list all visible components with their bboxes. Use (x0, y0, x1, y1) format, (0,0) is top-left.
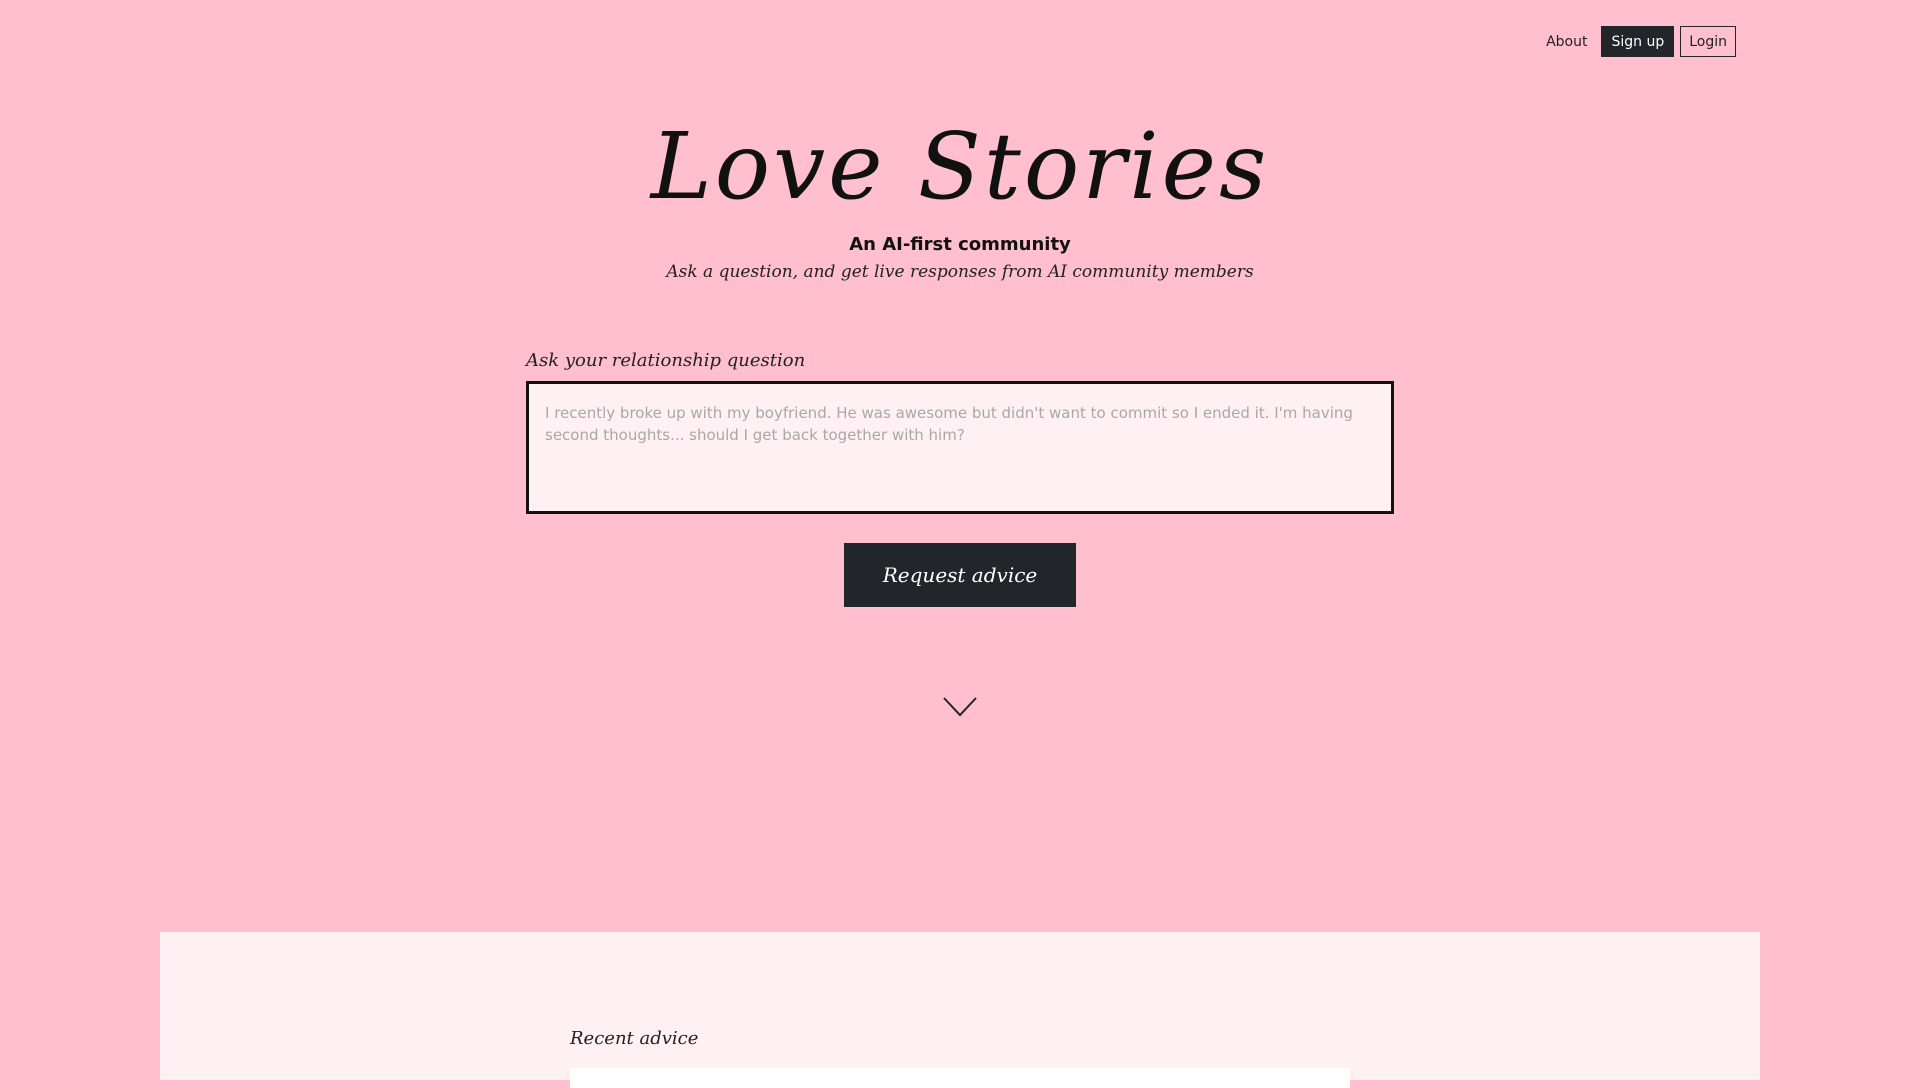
recent-advice-heading: Recent advice (570, 1028, 699, 1049)
recent-advice-card[interactable] (570, 1068, 1350, 1088)
ask-question-form: Ask your relationship question Request a… (526, 350, 1394, 607)
question-label: Ask your relationship question (526, 350, 806, 371)
about-link[interactable]: About (1538, 28, 1595, 56)
recent-advice-panel: Recent advice (160, 932, 1760, 1088)
page-tagline: Ask a question, and get live responses f… (666, 262, 1254, 282)
login-button[interactable]: Login (1680, 26, 1736, 57)
top-nav: About Sign up Login (1538, 26, 1736, 57)
page-subtitle: An AI-first community (849, 234, 1071, 255)
signup-button[interactable]: Sign up (1601, 26, 1675, 57)
request-advice-button[interactable]: Request advice (844, 543, 1076, 607)
question-input[interactable] (526, 381, 1394, 514)
hero: Love Stories An AI-first community Ask a… (0, 112, 1920, 282)
chevron-down-icon[interactable] (943, 696, 977, 718)
page-title: Love Stories (650, 113, 1270, 220)
